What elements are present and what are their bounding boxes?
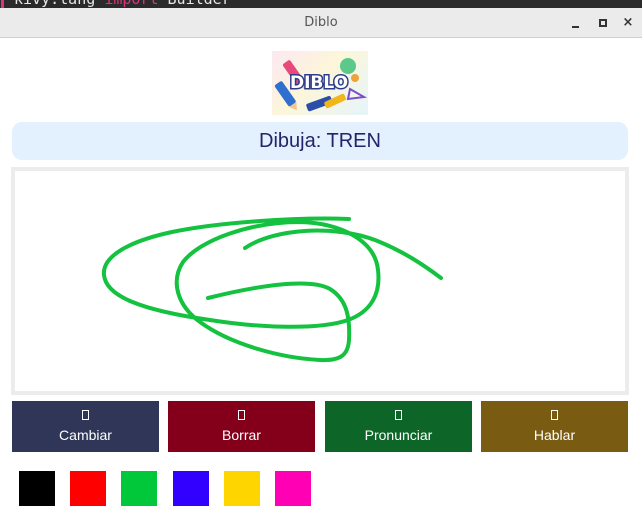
color-swatch-blue[interactable] (173, 471, 209, 506)
swap-icon (82, 410, 89, 420)
color-swatch-green[interactable] (121, 471, 157, 506)
cambiar-button[interactable]: Cambiar (12, 401, 159, 452)
pronunciar-button[interactable]: Pronunciar (325, 401, 472, 452)
borrar-button[interactable]: Borrar (168, 401, 315, 452)
hablar-button[interactable]: Hablar (481, 401, 628, 452)
drawing-stroke (243, 228, 443, 280)
drawing-canvas[interactable] (11, 167, 629, 395)
drawing-stroke (101, 216, 381, 363)
color-swatch-yellow[interactable] (224, 471, 260, 506)
color-swatch-black[interactable] (19, 471, 55, 506)
color-swatch-red[interactable] (70, 471, 106, 506)
microphone-icon (551, 410, 558, 420)
eraser-icon (238, 410, 245, 420)
speaker-icon (395, 410, 402, 420)
color-swatch-pink[interactable] (275, 471, 311, 506)
